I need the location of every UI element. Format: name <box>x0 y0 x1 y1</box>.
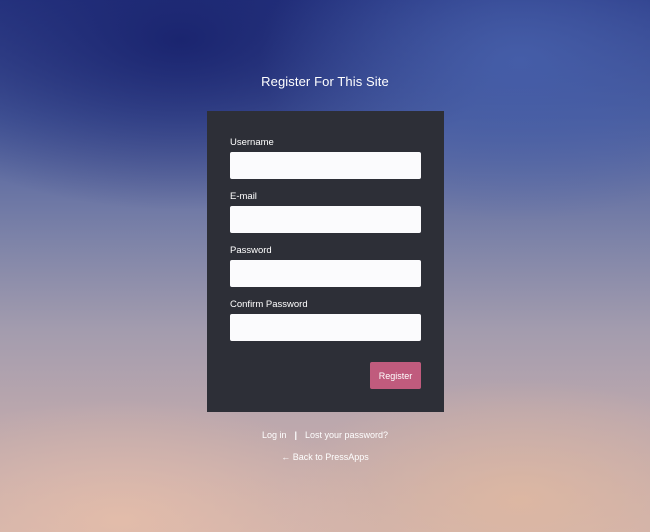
confirm-password-label: Confirm Password <box>230 299 308 310</box>
username-label: Username <box>230 137 274 148</box>
password-field[interactable] <box>230 260 421 287</box>
link-separator: | <box>294 430 297 440</box>
email-field[interactable] <box>230 206 421 233</box>
page-title: Register For This Site <box>261 74 389 89</box>
register-form: Username E-mail Password Confirm Passwor… <box>207 111 444 412</box>
back-to-site-link[interactable]: ← Back to PressApps <box>281 452 369 462</box>
auth-links: Log in | Lost your password? <box>0 430 650 440</box>
login-link[interactable]: Log in <box>262 430 287 440</box>
confirm-password-field[interactable] <box>230 314 421 341</box>
back-link-container: ← Back to PressApps <box>0 452 650 462</box>
register-button[interactable]: Register <box>370 362 421 389</box>
password-label: Password <box>230 245 272 256</box>
lost-password-link[interactable]: Lost your password? <box>305 430 388 440</box>
username-field[interactable] <box>230 152 421 179</box>
email-label: E-mail <box>230 191 257 202</box>
